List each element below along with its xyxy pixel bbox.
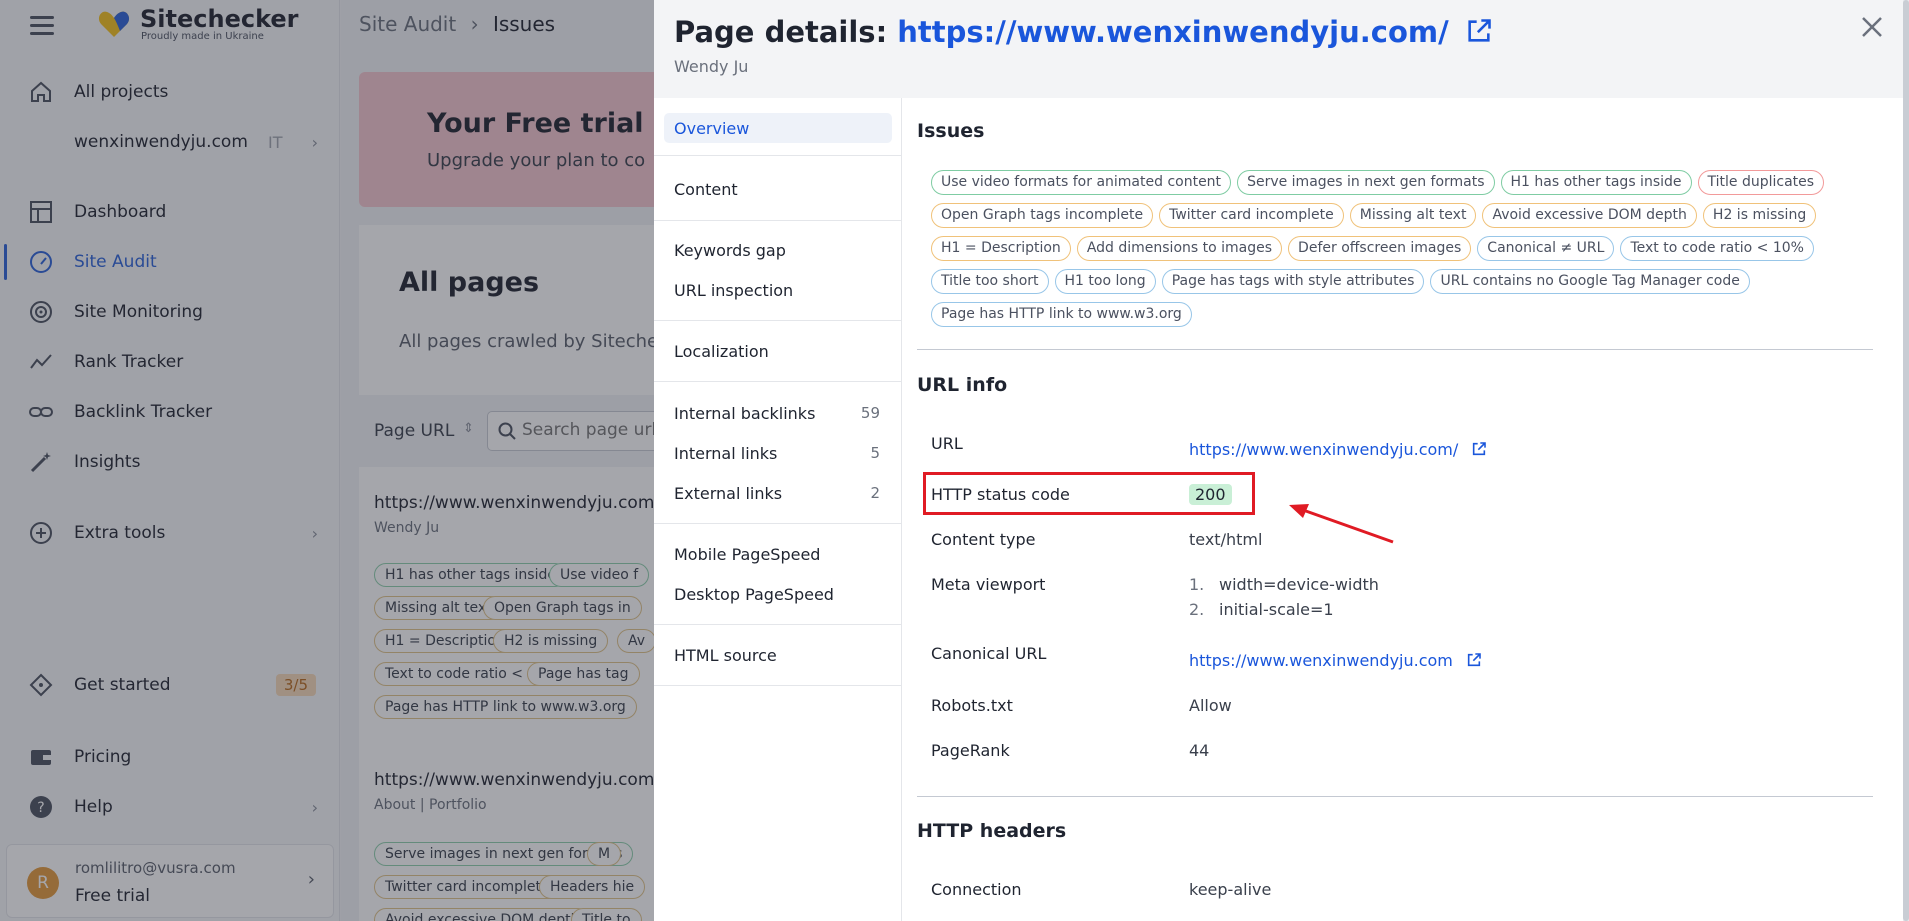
- viewport-item-text: width=device-width: [1219, 575, 1379, 594]
- issue-tag[interactable]: Title duplicates: [1697, 170, 1825, 195]
- http-headers-section-title: HTTP headers: [917, 820, 1067, 842]
- count-badge: 59: [860, 404, 880, 422]
- issue-tag[interactable]: Missing alt text: [1349, 203, 1477, 228]
- connection-label: Connection: [931, 880, 1022, 899]
- tab-label: Desktop PageSpeed: [674, 584, 834, 604]
- drawer-title-prefix: Page details:: [674, 15, 888, 49]
- issue-tag[interactable]: H1 = Description: [931, 236, 1071, 261]
- robots-label: Robots.txt: [931, 696, 1013, 715]
- url-label: URL: [931, 434, 963, 453]
- divider: [654, 320, 902, 321]
- drawer-subtitle: Wendy Ju: [674, 57, 749, 76]
- annotation-arrow: [1289, 504, 1394, 544]
- external-link-icon[interactable]: [1466, 652, 1482, 668]
- divider: [654, 685, 902, 686]
- tab-content[interactable]: Content: [664, 174, 892, 204]
- canonical-url-label: Canonical URL: [931, 644, 1047, 663]
- issue-tag[interactable]: H2 is missing: [1702, 203, 1817, 228]
- connection-value: keep-alive: [1189, 880, 1272, 899]
- issue-tag[interactable]: Use video formats for animated content: [931, 170, 1232, 195]
- issues-tag-list: Use video formats for animated content Se…: [931, 170, 1891, 335]
- issues-section-title: Issues: [917, 120, 985, 142]
- drawer-header: Page details: https://www.wenxinwendyju.…: [654, 0, 1909, 98]
- app-root: Sitechecker Proudly made in Ukraine All …: [0, 0, 1909, 921]
- close-icon[interactable]: [1857, 12, 1887, 42]
- divider: [654, 381, 902, 382]
- viewport-item: 1. width=device-width: [1189, 575, 1379, 594]
- issue-tag[interactable]: Add dimensions to images: [1076, 236, 1283, 261]
- tab-internal-backlinks[interactable]: Internal backlinks 59: [664, 398, 892, 428]
- list-number: 1.: [1189, 575, 1205, 594]
- divider: [654, 624, 902, 625]
- scrollbar-thumb[interactable]: [1903, 0, 1909, 921]
- pagerank-value: 44: [1189, 741, 1210, 760]
- issue-tag[interactable]: H1 has other tags inside: [1500, 170, 1692, 195]
- url-info-section-title: URL info: [917, 374, 1008, 396]
- canonical-url-link[interactable]: https://www.wenxinwendyju.com: [1189, 651, 1453, 670]
- tab-label: Mobile PageSpeed: [674, 544, 821, 564]
- tab-label: Internal backlinks: [674, 403, 816, 423]
- tab-label: Content: [674, 179, 738, 199]
- divider: [654, 155, 902, 156]
- issue-tag[interactable]: Text to code ratio < 10%: [1620, 236, 1814, 261]
- http-status-value: 200: [1189, 484, 1232, 505]
- issue-tag[interactable]: Page has tags with style attributes: [1161, 269, 1425, 294]
- tab-url-inspection[interactable]: URL inspection: [664, 275, 892, 305]
- tab-label: Localization: [674, 341, 769, 361]
- divider: [654, 523, 902, 524]
- meta-viewport-list: 1. width=device-width 2. initial-scale=1: [1189, 575, 1379, 619]
- count-badge: 2: [870, 484, 880, 502]
- count-badge: 5: [870, 444, 880, 462]
- tab-internal-links[interactable]: Internal links 5: [664, 438, 892, 468]
- meta-viewport-label: Meta viewport: [931, 575, 1046, 594]
- tab-keywords-gap[interactable]: Keywords gap: [664, 235, 892, 265]
- tab-label: Internal links: [674, 443, 778, 463]
- modal-backdrop[interactable]: [0, 0, 654, 921]
- content-type-label: Content type: [931, 530, 1036, 549]
- http-status-label: HTTP status code: [931, 485, 1070, 504]
- issue-tag[interactable]: Serve images in next gen formats: [1237, 170, 1495, 195]
- issue-tag[interactable]: Canonical ≠ URL: [1477, 236, 1615, 261]
- content-type-value: text/html: [1189, 530, 1263, 549]
- divider: [917, 349, 1873, 350]
- list-number: 2.: [1189, 600, 1205, 619]
- issue-tag[interactable]: Defer offscreen images: [1288, 236, 1472, 261]
- drawer-scrollbar[interactable]: [1903, 0, 1909, 921]
- external-link-icon[interactable]: [1465, 17, 1493, 45]
- pagerank-label: PageRank: [931, 741, 1010, 760]
- issue-tag[interactable]: URL contains no Google Tag Manager code: [1430, 269, 1750, 294]
- tab-label: URL inspection: [674, 280, 794, 300]
- status-badge: 200: [1189, 484, 1232, 505]
- tab-overview[interactable]: Overview: [664, 113, 892, 143]
- issue-tag[interactable]: Page has HTTP link to www.w3.org: [931, 302, 1192, 327]
- drawer-title: Page details: https://www.wenxinwendyju.…: [674, 15, 1493, 49]
- issue-tag[interactable]: Twitter card incomplete: [1159, 203, 1344, 228]
- issue-tag[interactable]: Open Graph tags incomplete: [931, 203, 1154, 228]
- drawer-title-url-link[interactable]: https://www.wenxinwendyju.com/: [897, 15, 1448, 49]
- viewport-item-text: initial-scale=1: [1219, 600, 1334, 619]
- issue-tag[interactable]: Avoid excessive DOM depth: [1482, 203, 1697, 228]
- issue-tag[interactable]: H1 too long: [1054, 269, 1156, 294]
- tab-localization[interactable]: Localization: [664, 336, 892, 366]
- tab-label: HTML source: [674, 645, 777, 665]
- canonical-url-value: https://www.wenxinwendyju.com: [1189, 651, 1482, 670]
- overview-content: Issues Use video formats for animated co…: [903, 98, 1903, 921]
- divider: [917, 796, 1873, 797]
- drawer-nav: Overview Content Keywords gap URL inspec…: [654, 98, 902, 921]
- robots-value: Allow: [1189, 696, 1232, 715]
- tab-label: Overview: [674, 118, 750, 138]
- tab-mobile-pagespeed[interactable]: Mobile PageSpeed: [664, 539, 892, 569]
- tab-desktop-pagespeed[interactable]: Desktop PageSpeed: [664, 579, 892, 609]
- page-details-drawer: Page details: https://www.wenxinwendyju.…: [654, 0, 1909, 921]
- divider: [654, 220, 902, 221]
- tab-label: Keywords gap: [674, 240, 786, 260]
- external-link-icon[interactable]: [1471, 441, 1487, 457]
- tab-external-links[interactable]: External links 2: [664, 478, 892, 508]
- tab-label: External links: [674, 483, 783, 503]
- issue-tag[interactable]: Title too short: [931, 269, 1049, 294]
- viewport-item: 2. initial-scale=1: [1189, 600, 1379, 619]
- tab-html-source[interactable]: HTML source: [664, 640, 892, 670]
